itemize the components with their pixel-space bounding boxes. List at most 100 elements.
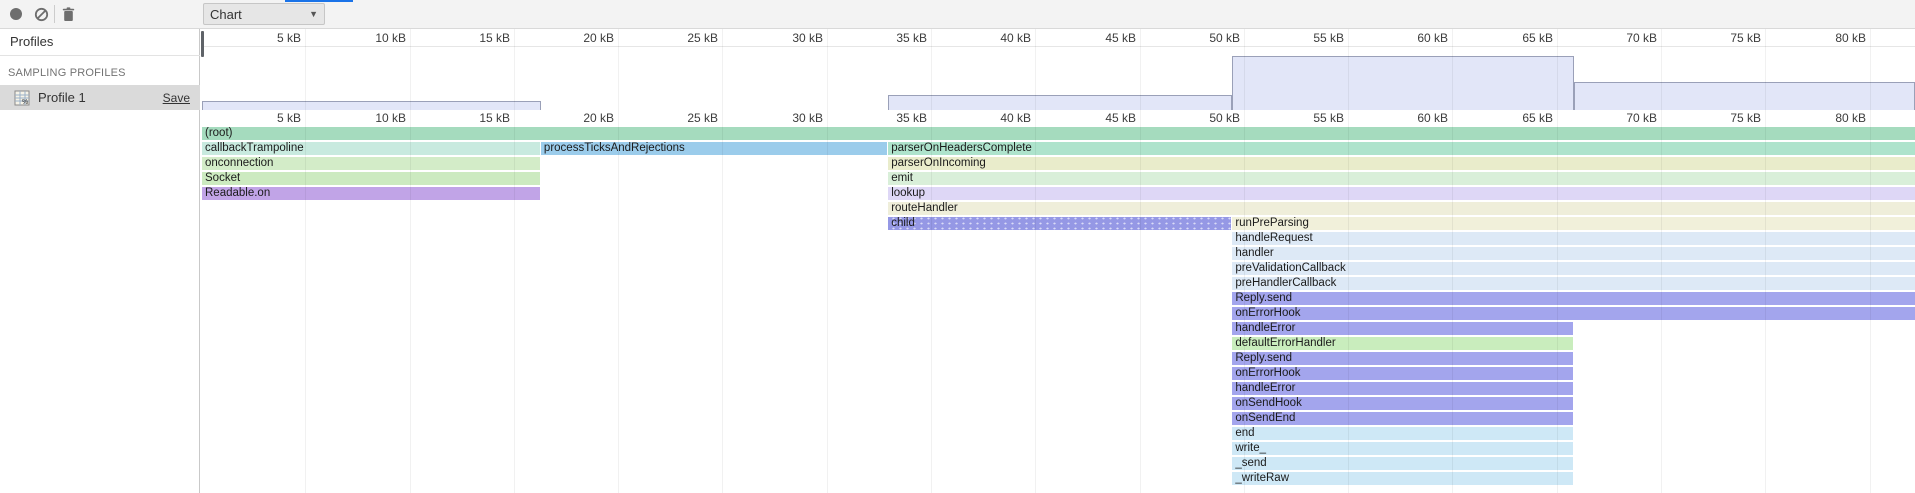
flame-bar-label: emit bbox=[888, 172, 1915, 185]
flame-bar[interactable]: handleError bbox=[1232, 322, 1573, 335]
flame-bar[interactable]: runPreParsing bbox=[1232, 217, 1915, 230]
flame-bar[interactable]: end bbox=[1232, 427, 1573, 440]
flame-bar-label: runPreParsing bbox=[1232, 217, 1915, 230]
gridline bbox=[827, 29, 828, 493]
sidebar-title: Profiles bbox=[10, 34, 53, 49]
chevron-down-icon: ▼ bbox=[309, 9, 318, 19]
flame-ruler-tick-label: 25 kB bbox=[687, 110, 718, 126]
flame-bar-label: onconnection bbox=[202, 157, 540, 170]
flame-bar-label: callbackTrampoline bbox=[202, 142, 540, 155]
active-tab-indicator bbox=[285, 0, 353, 2]
flame-bar[interactable]: onErrorHook bbox=[1232, 307, 1915, 320]
flame-bar-label: handleError bbox=[1232, 322, 1573, 335]
flame-bar-label: Readable.on bbox=[202, 187, 540, 200]
clear-icon[interactable] bbox=[31, 4, 51, 24]
overview-step[interactable] bbox=[1232, 56, 1574, 110]
view-mode-select[interactable]: Chart ▼ bbox=[203, 3, 325, 25]
flame-bar-label: Socket bbox=[202, 172, 540, 185]
flame-bar[interactable]: handleError bbox=[1232, 382, 1573, 395]
flame-ruler-tick-label: 70 kB bbox=[1626, 110, 1657, 126]
flame-bar[interactable]: write_ bbox=[1232, 442, 1573, 455]
flame-bar-label: handler bbox=[1232, 247, 1915, 260]
flame-bar-label: processTicksAndRejections bbox=[541, 142, 887, 155]
overview-step[interactable] bbox=[888, 95, 1232, 110]
gridline bbox=[931, 29, 932, 493]
gridline bbox=[1035, 29, 1036, 493]
flame-bar[interactable]: (root) bbox=[202, 127, 1915, 140]
flame-bar[interactable]: Readable.on bbox=[202, 187, 540, 200]
record-icon[interactable] bbox=[6, 4, 26, 24]
trash-icon[interactable] bbox=[58, 4, 78, 24]
ruler-divider bbox=[201, 46, 1915, 47]
flame-bar[interactable]: _send bbox=[1232, 457, 1573, 470]
sidebar-item-profile-1[interactable]: % Profile 1 Save bbox=[0, 85, 200, 110]
flame-bar[interactable]: preValidationCallback bbox=[1232, 262, 1915, 275]
flame-bar[interactable]: onSendHook bbox=[1232, 397, 1573, 410]
flame-bar[interactable]: lookup bbox=[888, 187, 1915, 200]
sidebar-divider bbox=[0, 55, 200, 56]
gridline bbox=[1765, 29, 1766, 493]
overview-step[interactable] bbox=[1574, 82, 1915, 110]
flame-bar[interactable]: Socket bbox=[202, 172, 540, 185]
view-mode-value: Chart bbox=[210, 7, 242, 22]
gridline bbox=[1557, 29, 1558, 493]
overview-step[interactable] bbox=[202, 101, 541, 110]
flame-bar[interactable]: defaultErrorHandler bbox=[1232, 337, 1573, 350]
overview-ruler-tick-label: 15 kB bbox=[479, 30, 510, 46]
flame-ruler-tick-label: 30 kB bbox=[792, 110, 823, 126]
flame-bar[interactable]: parserOnHeadersComplete bbox=[888, 142, 1915, 155]
flame-bar[interactable]: emit bbox=[888, 172, 1915, 185]
overview-ruler-tick-label: 25 kB bbox=[687, 30, 718, 46]
flame-bar[interactable]: callbackTrampoline bbox=[202, 142, 540, 155]
flame-bar-label: end bbox=[1232, 427, 1573, 440]
flame-bar[interactable]: onconnection bbox=[202, 157, 540, 170]
flame-ruler-tick-label: 35 kB bbox=[896, 110, 927, 126]
toolbar: Chart ▼ bbox=[0, 0, 1915, 29]
svg-text:%: % bbox=[22, 99, 28, 106]
profiles-sidebar: Profiles SAMPLING PROFILES % Profile 1 S… bbox=[0, 29, 200, 493]
flame-bar-label: preValidationCallback bbox=[1232, 262, 1915, 275]
flame-ruler-tick-label: 65 kB bbox=[1522, 110, 1553, 126]
flame-ruler-tick-label: 40 kB bbox=[1000, 110, 1031, 126]
overview-ruler-tick-label: 65 kB bbox=[1522, 30, 1553, 46]
overview-ruler-tick-label: 60 kB bbox=[1417, 30, 1448, 46]
gridline bbox=[305, 29, 306, 493]
flame-bar[interactable]: child bbox=[888, 217, 1231, 230]
gridline bbox=[1244, 29, 1245, 493]
flame-bar-label: onSendHook bbox=[1232, 397, 1573, 410]
flame-bar[interactable]: Reply.send bbox=[1232, 352, 1573, 365]
flame-bar[interactable]: processTicksAndRejections bbox=[541, 142, 887, 155]
flame-bar[interactable]: routeHandler bbox=[888, 202, 1915, 215]
overview-drag-handle[interactable] bbox=[201, 31, 204, 57]
flame-bar-label: Reply.send bbox=[1232, 352, 1573, 365]
overview-ruler-tick-label: 10 kB bbox=[375, 30, 406, 46]
flame-bar[interactable]: onSendEnd bbox=[1232, 412, 1573, 425]
flame-ruler-tick-label: 15 kB bbox=[479, 110, 510, 126]
toolbar-separator bbox=[54, 5, 55, 23]
overview-ruler-tick-label: 75 kB bbox=[1730, 30, 1761, 46]
flame-bar[interactable]: handler bbox=[1232, 247, 1915, 260]
gridline bbox=[618, 29, 619, 493]
flame-bar-label: onErrorHook bbox=[1232, 367, 1573, 380]
overview-ruler-tick-label: 30 kB bbox=[792, 30, 823, 46]
flame-bar[interactable]: onErrorHook bbox=[1232, 367, 1573, 380]
profile-icon: % bbox=[14, 90, 30, 106]
save-profile-link[interactable]: Save bbox=[163, 91, 190, 105]
flame-bar-label: parserOnHeadersComplete bbox=[888, 142, 1915, 155]
flame-ruler-tick-label: 45 kB bbox=[1105, 110, 1136, 126]
flame-ruler-tick-label: 5 kB bbox=[277, 110, 301, 126]
flame-ruler-tick-label: 55 kB bbox=[1313, 110, 1344, 126]
flame-bar-label: lookup bbox=[888, 187, 1915, 200]
flame-bar[interactable]: handleRequest bbox=[1232, 232, 1915, 245]
gridline bbox=[722, 29, 723, 493]
flame-bar[interactable]: _writeRaw bbox=[1232, 472, 1573, 485]
flame-bar-label: write_ bbox=[1232, 442, 1573, 455]
flame-bar-label: defaultErrorHandler bbox=[1232, 337, 1573, 350]
flame-bar[interactable]: parserOnIncoming bbox=[888, 157, 1915, 170]
overview-ruler-tick-label: 55 kB bbox=[1313, 30, 1344, 46]
flame-bar[interactable]: Reply.send bbox=[1232, 292, 1915, 305]
overview-ruler-tick-label: 45 kB bbox=[1105, 30, 1136, 46]
gridline bbox=[410, 29, 411, 493]
flame-bar-label: Reply.send bbox=[1232, 292, 1915, 305]
flame-bar[interactable]: preHandlerCallback bbox=[1232, 277, 1915, 290]
